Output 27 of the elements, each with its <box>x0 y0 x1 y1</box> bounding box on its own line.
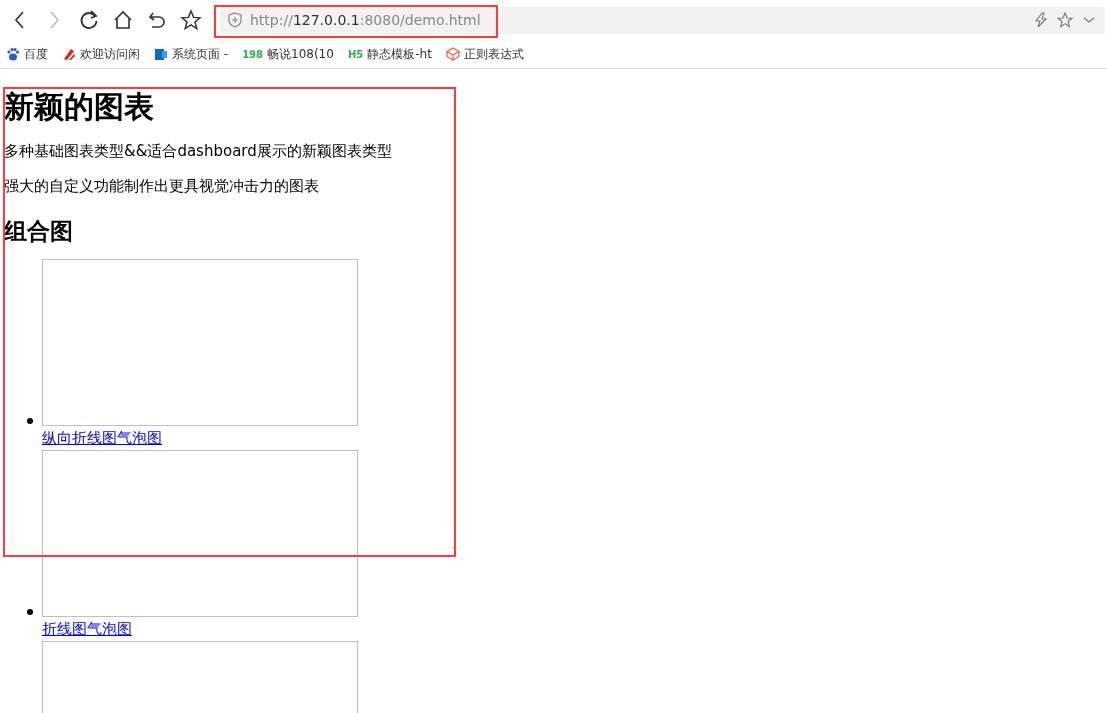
bullet <box>27 609 33 615</box>
document-icon <box>154 47 168 61</box>
reload-icon[interactable] <box>78 9 100 31</box>
lightning-icon[interactable] <box>1033 12 1049 28</box>
section-title: 组合图 <box>4 217 74 246</box>
site-logo: H5 <box>347 48 364 60</box>
bookmark-item[interactable]: 正则表达式 <box>445 45 524 63</box>
description: 多种基础图表类型&&适合dashboard展示的新颖图表类型 <box>4 142 393 161</box>
bookmark-item[interactable]: 系统页面 - <box>154 45 229 63</box>
bookmark-item[interactable]: 百度 <box>6 45 48 63</box>
page-title: 新颖的图表 <box>4 88 155 126</box>
bookmark-item[interactable]: 欢迎访问闲 <box>62 45 140 63</box>
star-icon[interactable] <box>180 9 202 31</box>
home-icon[interactable] <box>112 9 134 31</box>
star-icon[interactable] <box>1057 12 1073 28</box>
paw-icon <box>6 47 20 61</box>
chart-link[interactable]: 纵向折线图气泡图 <box>42 426 162 450</box>
bookmark-item[interactable]: H5 静态模板-ht <box>347 45 432 63</box>
shield-icon <box>228 12 242 28</box>
chart-link[interactable]: 折线图气泡图 <box>42 617 132 641</box>
address-bar[interactable]: http://127.0.0.1:8080/demo.html <box>220 6 1105 34</box>
description: 强大的自定义功能制作出更具视觉冲击力的图表 <box>4 177 320 196</box>
bookmark-item[interactable]: 198 畅说108(10 <box>242 45 334 63</box>
swoosh-icon <box>62 47 76 61</box>
bullet <box>27 418 33 424</box>
cube-icon <box>445 47 460 61</box>
site-logo: 198 <box>242 48 264 60</box>
